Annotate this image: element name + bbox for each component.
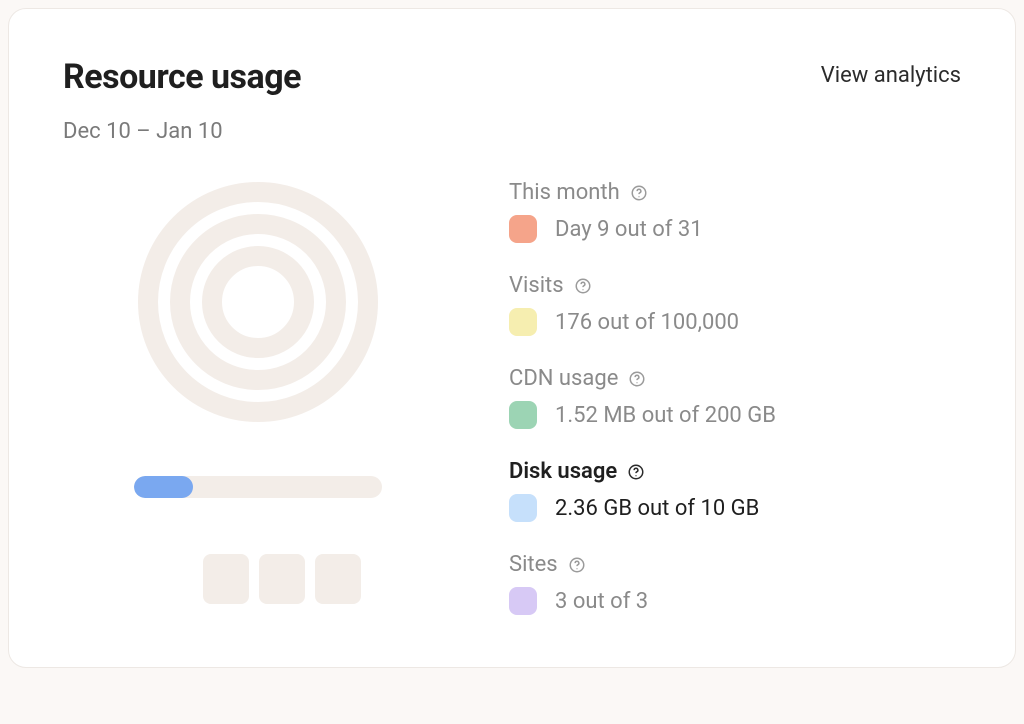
metric-title: Disk usage xyxy=(509,459,617,484)
site-block xyxy=(259,554,305,604)
card-title: Resource usage xyxy=(63,57,301,97)
metric-title: Visits xyxy=(509,273,564,298)
swatch xyxy=(509,308,537,336)
metric-value: Day 9 out of 31 xyxy=(555,217,703,242)
ring-center xyxy=(230,274,286,330)
metric-value: 176 out of 100,000 xyxy=(555,310,739,335)
metric-cdn-usage: CDN usage 1.52 MB out of 200 GB xyxy=(509,366,961,429)
view-analytics-link[interactable]: View analytics xyxy=(821,57,961,88)
metric-title: This month xyxy=(509,180,620,205)
metric-sites: Sites 3 out of 3 xyxy=(509,552,961,615)
metric-value-row: 3 out of 3 xyxy=(509,587,961,615)
help-icon[interactable] xyxy=(627,463,645,481)
card-header: Resource usage View analytics xyxy=(63,57,961,97)
metric-title-row: CDN usage xyxy=(509,366,961,391)
metric-value: 1.52 MB out of 200 GB xyxy=(555,403,776,428)
disk-usage-bar xyxy=(134,476,382,498)
metric-value: 2.36 GB out of 10 GB xyxy=(555,496,759,521)
metric-value-row: 176 out of 100,000 xyxy=(509,308,961,336)
rings-chart xyxy=(138,182,378,422)
metric-title: CDN usage xyxy=(509,366,618,391)
card-content: This month Day 9 out of 31 Visits xyxy=(63,178,961,615)
visualizations xyxy=(63,178,453,615)
metrics-list: This month Day 9 out of 31 Visits xyxy=(509,178,961,615)
metric-value-row: 2.36 GB out of 10 GB xyxy=(509,494,961,522)
help-icon[interactable] xyxy=(630,184,648,202)
metric-value: 3 out of 3 xyxy=(555,589,648,614)
metric-value-row: Day 9 out of 31 xyxy=(509,215,961,243)
metric-visits: Visits 176 out of 100,000 xyxy=(509,273,961,336)
site-block xyxy=(315,554,361,604)
swatch xyxy=(509,215,537,243)
swatch xyxy=(509,401,537,429)
metric-title-row: This month xyxy=(509,180,961,205)
metric-title-row: Sites xyxy=(509,552,961,577)
metric-value-row: 1.52 MB out of 200 GB xyxy=(509,401,961,429)
resource-usage-card: Resource usage View analytics Dec 10 – J… xyxy=(8,8,1016,668)
site-block xyxy=(203,554,249,604)
metric-title-row: Visits xyxy=(509,273,961,298)
sites-blocks xyxy=(203,554,361,604)
metric-title-row: Disk usage xyxy=(509,459,961,484)
metric-this-month: This month Day 9 out of 31 xyxy=(509,180,961,243)
help-icon[interactable] xyxy=(568,556,586,574)
swatch xyxy=(509,494,537,522)
metric-disk-usage: Disk usage 2.36 GB out of 10 GB xyxy=(509,459,961,522)
metric-title: Sites xyxy=(509,552,558,577)
swatch xyxy=(509,587,537,615)
help-icon[interactable] xyxy=(628,370,646,388)
date-range: Dec 10 – Jan 10 xyxy=(63,119,961,144)
disk-usage-bar-fill xyxy=(134,476,193,498)
help-icon[interactable] xyxy=(574,277,592,295)
